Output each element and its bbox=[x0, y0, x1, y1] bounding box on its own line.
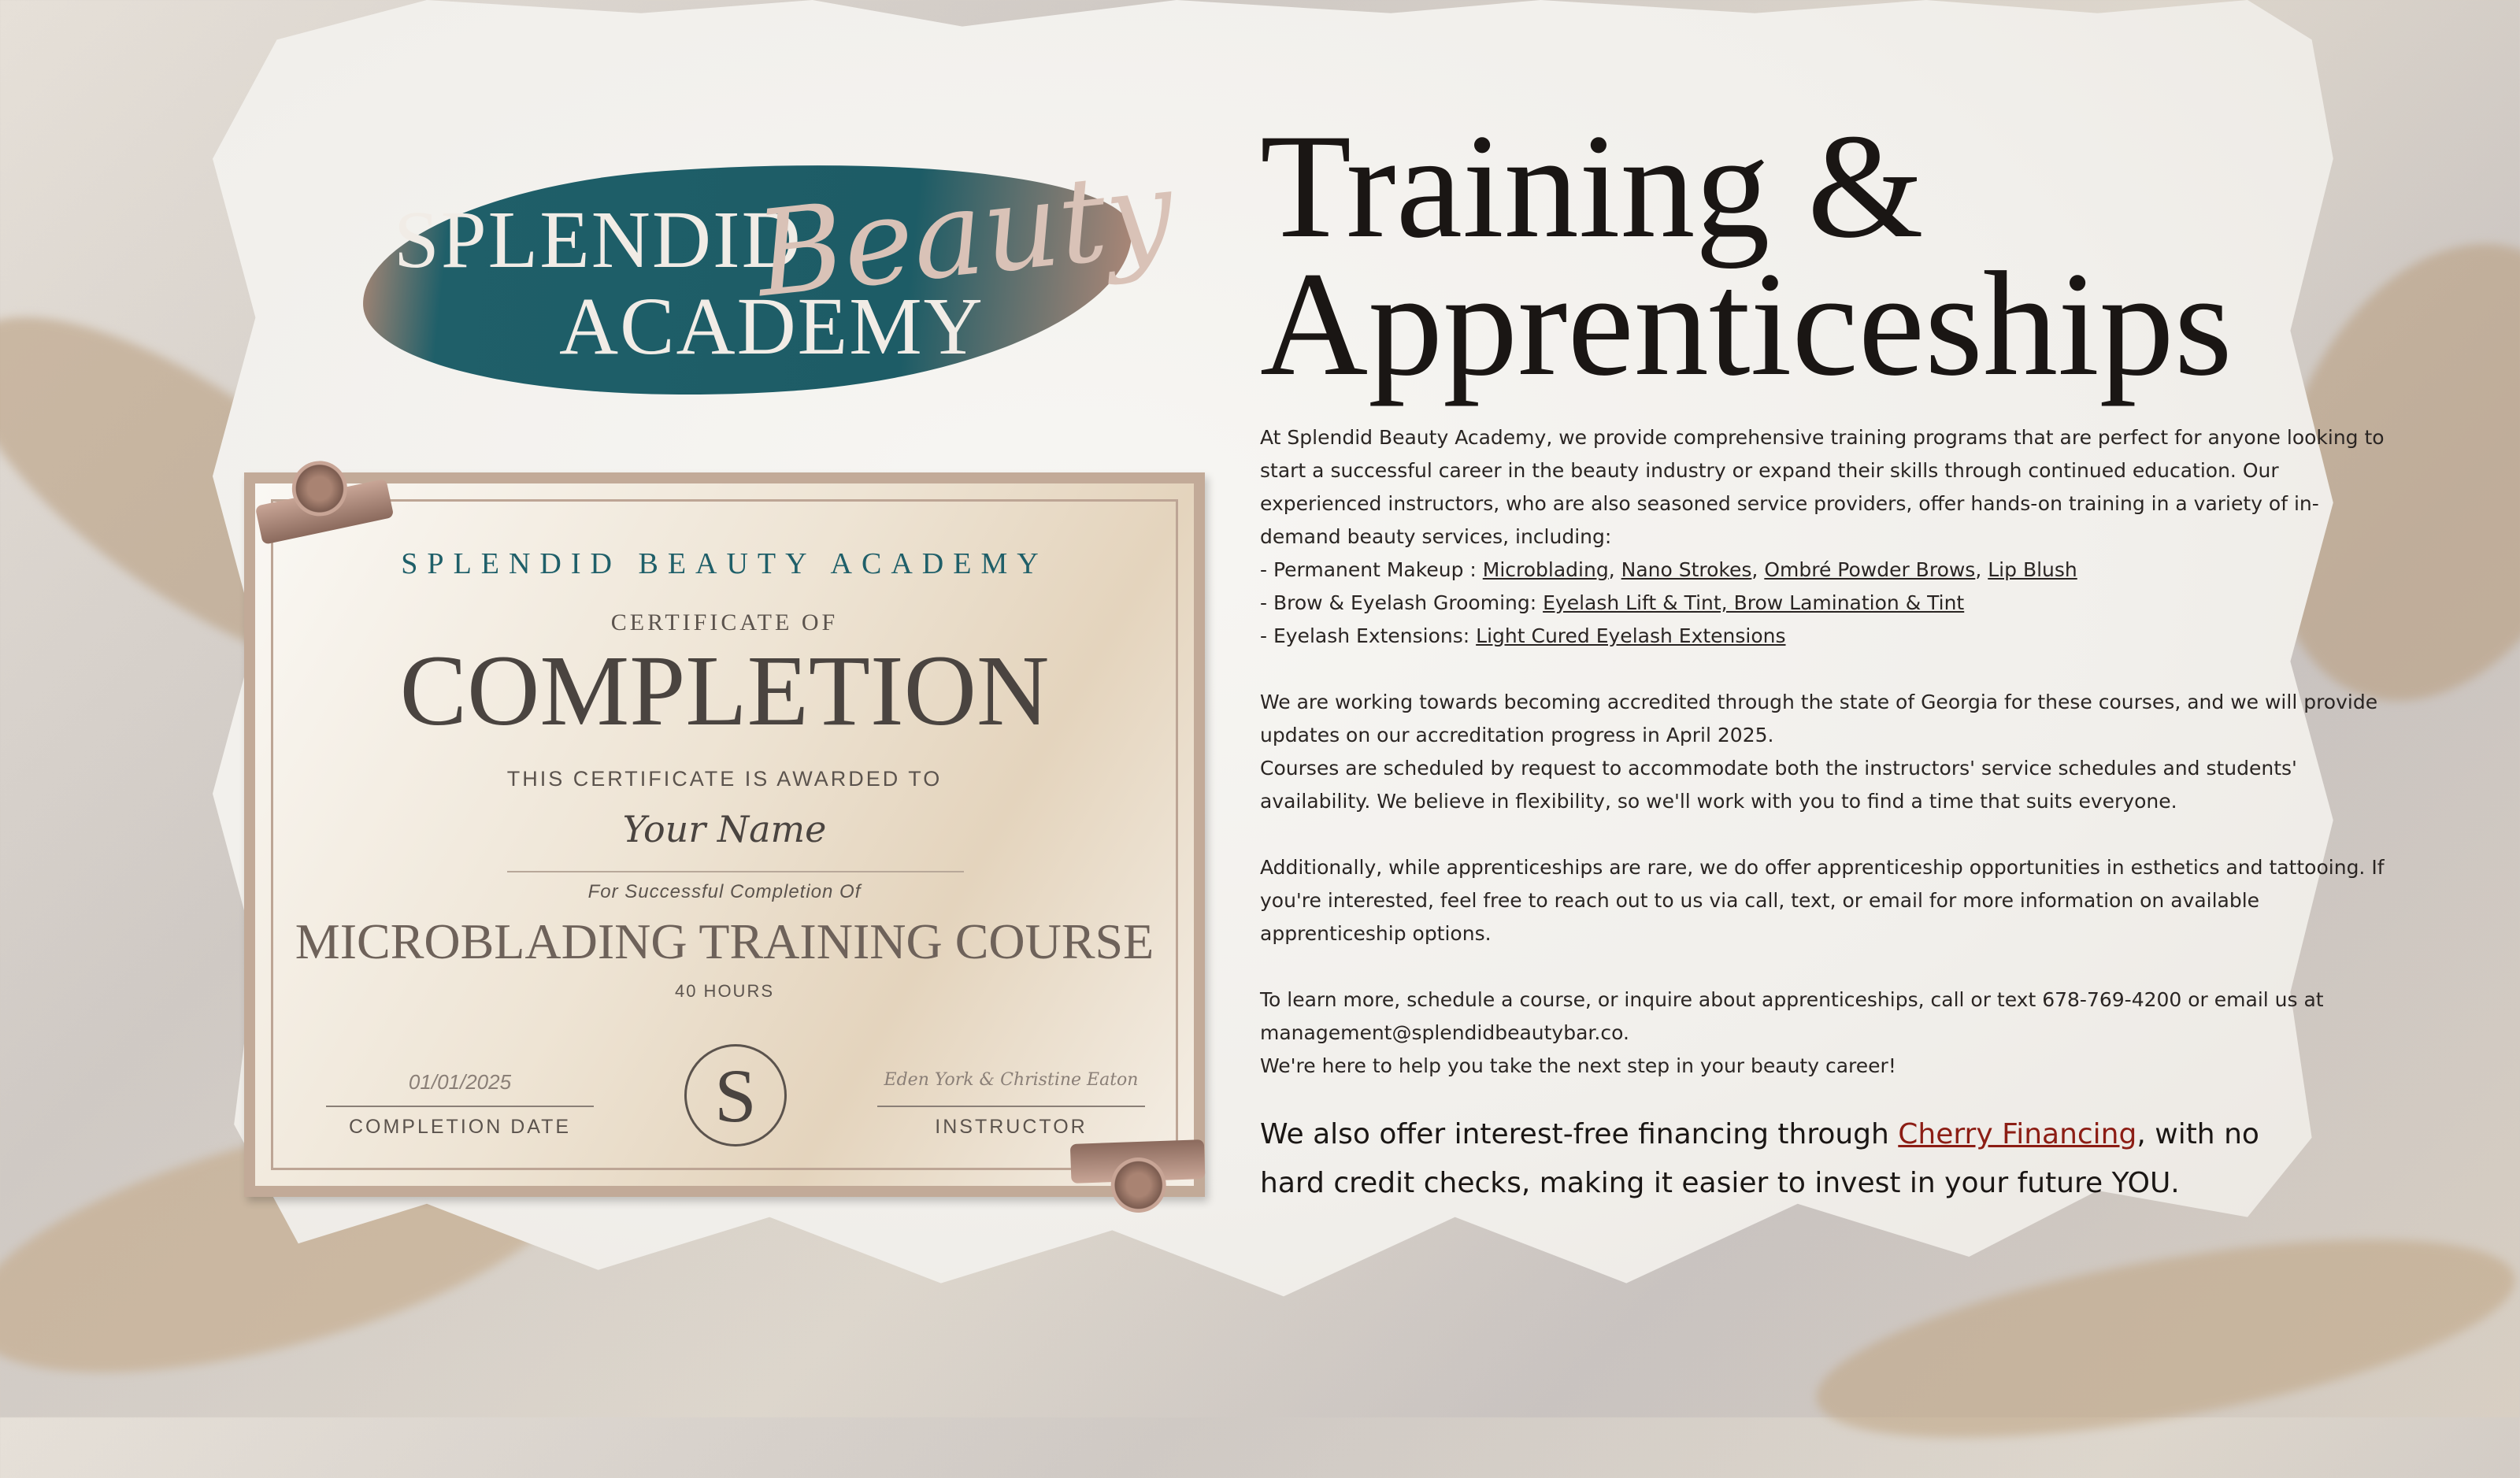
background-streak bbox=[1803, 1199, 2520, 1478]
apprenticeship-paragraph: Additionally, while apprenticeships are … bbox=[1260, 856, 2385, 945]
binder-clip-bottom-right bbox=[1069, 1124, 1206, 1215]
link-microblading[interactable]: Microblading bbox=[1483, 558, 1609, 581]
certificate-name-line bbox=[507, 871, 964, 872]
extensions-prefix: - Eyelash Extensions: bbox=[1260, 624, 1477, 647]
link-eyelash-extensions[interactable]: Light Cured Eyelash Extensions bbox=[1476, 624, 1785, 647]
scheduling-paragraph: Courses are scheduled by request to acco… bbox=[1260, 757, 2297, 813]
extensions-line: - Eyelash Extensions: Light Cured Eyelas… bbox=[1260, 620, 2386, 653]
certificate-date-rule bbox=[326, 1106, 594, 1107]
cherry-financing-link[interactable]: Cherry Financing bbox=[1898, 1118, 2136, 1150]
certificate-of-label: CERTIFICATE OF bbox=[610, 609, 839, 635]
academy-logo: SPLENDID ACADEMY Beauty bbox=[355, 102, 1180, 449]
financing-statement: We also offer interest-free financing th… bbox=[1260, 1110, 2284, 1208]
logo-splendid: SPLENDID bbox=[394, 194, 802, 285]
brow-line: - Brow & Eyelash Grooming: Eyelash Lift … bbox=[1260, 587, 2386, 620]
certificate-recipient-name: Your Name bbox=[622, 808, 827, 850]
accreditation-paragraph: We are working towards becoming accredit… bbox=[1260, 691, 2378, 746]
certificate-date-label: COMPLETION DATE bbox=[348, 1116, 572, 1138]
link-ombre-powder-brows[interactable]: Ombré Powder Brows bbox=[1764, 558, 1975, 581]
certificate-academy-name: SPLENDID BEAUTY ACADEMY bbox=[401, 547, 1048, 580]
brow-prefix: - Brow & Eyelash Grooming: bbox=[1260, 591, 1544, 614]
link-lash-lift-brow-lamination[interactable]: Eyelash Lift & Tint, Brow Lamination & T… bbox=[1543, 591, 1964, 614]
intro-paragraph: At Splendid Beauty Academy, we provide c… bbox=[1260, 426, 2385, 548]
certificate-hours: 40 HOURS bbox=[674, 981, 775, 1001]
financing-text-before: We also offer interest-free financing th… bbox=[1260, 1118, 1899, 1150]
link-lip-blush[interactable]: Lip Blush bbox=[1988, 558, 2077, 581]
certificate-for-completion: For Successful Completion Of bbox=[587, 881, 862, 902]
certificate-completion-title: COMPLETION bbox=[399, 635, 1050, 746]
link-nano-strokes[interactable]: Nano Strokes bbox=[1621, 558, 1752, 581]
certificate-instructor-names: Eden York & Christine Eaton bbox=[884, 1070, 1139, 1090]
body-text: At Splendid Beauty Academy, we provide c… bbox=[1260, 421, 2386, 1083]
certificate-instructor-rule bbox=[877, 1106, 1145, 1107]
pmu-prefix: - Permanent Makeup : bbox=[1260, 558, 1483, 581]
pmu-line: - Permanent Makeup : Microblading, Nano … bbox=[1260, 558, 2077, 581]
page-title-line1: Training & bbox=[1260, 104, 1924, 269]
page-title-line2: Apprenticeships bbox=[1260, 242, 2233, 407]
certificate-course-name: MICROBLADING TRAINING COURSE bbox=[295, 913, 1154, 969]
page-title: Training & Apprenticeships bbox=[1260, 104, 2402, 407]
certificate-seal: S bbox=[684, 1044, 787, 1146]
closing-line: We're here to help you take the next ste… bbox=[1260, 1054, 1896, 1077]
certificate-date: 01/01/2025 bbox=[408, 1070, 512, 1094]
certificate-awarded-to: THIS CERTIFICATE IS AWARDED TO bbox=[506, 767, 943, 791]
contact-paragraph: To learn more, schedule a course, or inq… bbox=[1260, 988, 2324, 1044]
certificate-image: SPLENDID BEAUTY ACADEMY CERTIFICATE OF C… bbox=[244, 472, 1205, 1197]
